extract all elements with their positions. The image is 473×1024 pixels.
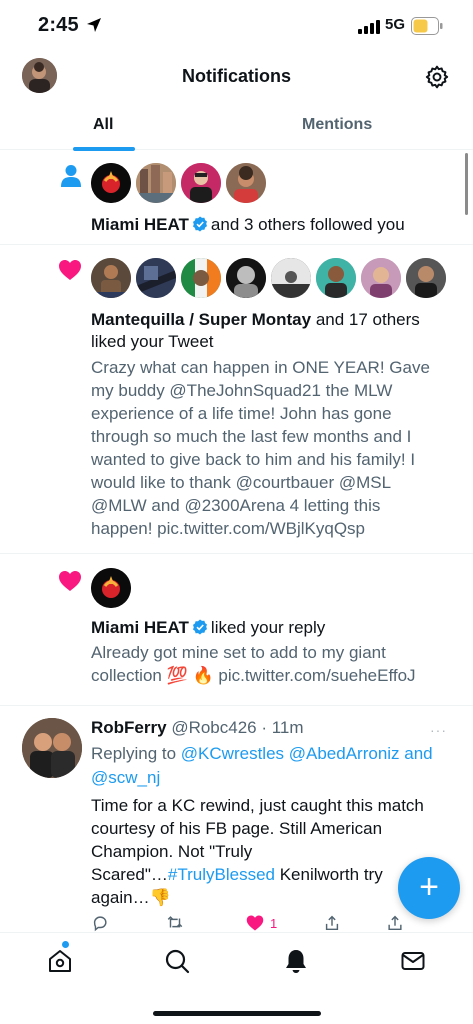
page-title: Notifications	[181, 66, 291, 86]
avatar[interactable]	[226, 258, 266, 298]
like-reply-text: liked your reply	[210, 618, 326, 637]
tweet-text: Time for a KC rewind, just caught this m…	[91, 794, 451, 909]
tweet-author-avatar[interactable]	[22, 718, 82, 778]
avatar[interactable]	[406, 258, 446, 298]
like-reply-headline: Miami HEAT liked your reply	[91, 617, 325, 639]
tweet-text-line: Champion. Not "Truly	[91, 842, 253, 861]
messages-mail-icon[interactable]	[399, 947, 427, 975]
actor-name[interactable]: Mantequilla / Super Montay	[91, 310, 311, 329]
follow-text: and 3 others followed you	[210, 215, 405, 234]
tweet-actions: 1	[91, 912, 421, 934]
heart-icon	[59, 571, 81, 591]
top-header: Notifications	[0, 52, 473, 100]
notification-follow[interactable]: Miami HEAT and 3 others followed you	[0, 150, 473, 245]
author-handle: @Robc426	[171, 718, 257, 737]
avatar[interactable]	[136, 163, 176, 203]
tweet-text-line: Crazy what can happen in ONE YEAR! Gave	[91, 358, 430, 377]
hashtag-link[interactable]: #TrulyBlessed	[168, 865, 275, 884]
settings-gear-icon[interactable]	[424, 64, 450, 90]
tweet-text-line: experience of a life time! John has gone	[91, 404, 392, 423]
verified-badge-icon	[192, 619, 207, 635]
avatar[interactable]	[91, 258, 131, 298]
replying-users[interactable]: @scw_nj	[91, 768, 160, 787]
avatar[interactable]	[181, 163, 221, 203]
tweet-text-line: @MLW and @2300Arena 4 letting this	[91, 496, 381, 515]
avatar[interactable]	[316, 258, 356, 298]
home-icon[interactable]	[46, 947, 74, 975]
upload-icon	[388, 915, 402, 931]
replying-prefix: Replying to	[91, 744, 177, 763]
follow-headline: Miami HEAT and 3 others followed you	[91, 214, 405, 236]
tab-all[interactable]: All	[93, 116, 113, 134]
avatar[interactable]	[361, 258, 401, 298]
tweet-text-line: courtesy of his FB page. Still American	[91, 819, 383, 838]
retweet-icon	[167, 916, 183, 928]
compose-tweet-button[interactable]: +	[398, 857, 460, 919]
avatar[interactable]	[271, 258, 311, 298]
like-count: 1	[270, 915, 278, 931]
like-headline: Mantequilla / Super Montay and 17 others…	[91, 309, 451, 353]
notification-like-reply[interactable]: Miami HEAT liked your reply Already got m…	[0, 554, 473, 706]
tweet-author: RobFerry @Robc426 · 11m	[91, 718, 304, 738]
heart-icon	[59, 260, 81, 280]
tab-mentions[interactable]: Mentions	[302, 116, 372, 134]
tweet-text-line: wanted to give back to him and his famil…	[91, 450, 416, 469]
reply-button[interactable]	[91, 912, 109, 934]
liker-avatars	[91, 258, 451, 298]
reply-text-line: collection 💯 🔥 pic.twitter.com/sueheEffo…	[91, 666, 416, 685]
verified-badge-icon	[192, 216, 207, 232]
more-options-icon[interactable]: ···	[430, 722, 447, 738]
reply-text-line: Already got mine set to add to my giant	[91, 643, 386, 662]
retweet-button[interactable]	[166, 912, 184, 934]
share-icon	[325, 915, 339, 931]
battery-icon	[411, 17, 443, 35]
avatar[interactable]	[181, 258, 221, 298]
tweet-text-line: my buddy @TheJohnSquad21 the MLW	[91, 381, 393, 400]
tweet-text-line: happen! pic.twitter.com/WBjlKyqQsp	[91, 519, 366, 538]
like-text-line2: liked your Tweet	[91, 332, 214, 351]
status-time: 2:45	[38, 14, 79, 36]
like-text-line1: and 17 others	[315, 310, 420, 329]
notification-like-tweet[interactable]: Mantequilla / Super Montay and 17 others…	[0, 245, 473, 554]
like-button[interactable]: 1	[246, 912, 277, 934]
replying-to: Replying to @KCwrestles @AbedArroniz and…	[91, 742, 456, 790]
avatar[interactable]	[91, 568, 131, 608]
plus-icon: +	[419, 868, 439, 906]
share-button[interactable]	[323, 912, 341, 934]
actor-name[interactable]: Miami HEAT	[91, 215, 189, 234]
avatar[interactable]	[136, 258, 176, 298]
search-icon[interactable]	[163, 947, 191, 975]
tweet-text-line: Scared"…#TrulyBlessed Kenilworth try	[91, 863, 451, 886]
upload-share-button[interactable]	[386, 912, 404, 934]
avatar[interactable]	[91, 163, 131, 203]
network-type: 5G	[385, 16, 406, 33]
tweet-text-line: through so much the last few months and …	[91, 427, 412, 446]
tweet-text-line: would like to thank @courtbauer @MSL	[91, 473, 392, 492]
liked-tweet-text: Crazy what can happen in ONE YEAR! Gave …	[91, 356, 451, 540]
heart-icon	[246, 915, 264, 931]
tweet-text-segment: Scared"…	[91, 865, 168, 884]
location-arrow-icon	[87, 18, 101, 32]
notification-tabs: All Mentions	[0, 104, 473, 151]
new-content-dot	[62, 941, 69, 948]
person-icon	[61, 165, 81, 187]
actor-name[interactable]: Miami HEAT	[91, 618, 189, 637]
author-name[interactable]: RobFerry	[91, 718, 167, 737]
avatar	[22, 718, 82, 778]
tweet-text-line: again…👎	[91, 888, 171, 907]
reply-icon	[93, 916, 107, 932]
avatar[interactable]	[226, 163, 266, 203]
liked-reply-text: Already got mine set to add to my giant …	[91, 641, 456, 687]
status-bar: 2:45 5G	[0, 0, 473, 52]
cellular-signal-icon	[358, 20, 380, 34]
tweet-time: · 11m	[261, 718, 304, 737]
replying-users[interactable]: @KCwrestles @AbedArroniz and	[181, 744, 433, 763]
bottom-navigation	[0, 932, 473, 1024]
tweet-text-segment: Kenilworth try	[275, 865, 383, 884]
home-indicator	[153, 1011, 321, 1016]
notifications-bell-icon[interactable]	[282, 947, 310, 975]
tweet-text-line: Time for a KC rewind, just caught this m…	[91, 796, 424, 815]
